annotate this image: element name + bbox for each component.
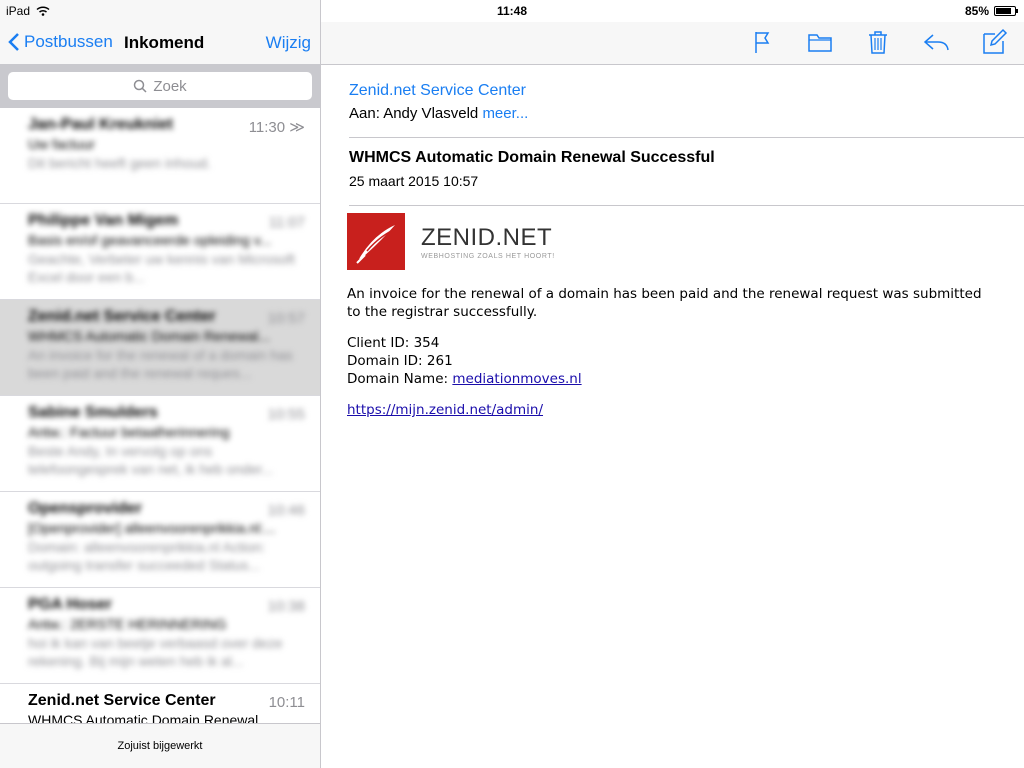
mailbox-title: Inkomend xyxy=(124,33,205,52)
message-actions xyxy=(748,28,1008,56)
compose-icon[interactable] xyxy=(980,28,1008,56)
mail-time: 11:07 xyxy=(268,214,305,231)
zenid-logo: ZENID.NET WEBHOSTING ZOALS HET HOORT! xyxy=(347,213,555,270)
mail-time: 10:55 xyxy=(267,406,305,423)
logo-tagline: WEBHOSTING ZOALS HET HOORT! xyxy=(421,252,555,260)
mail-subject: WHMCS Automatic Domain Renewal... xyxy=(28,328,270,344)
status-bar: iPad 11:48 85% xyxy=(0,0,1024,22)
client-id: Client ID: 354 xyxy=(347,335,440,351)
mail-sender: Sabine Smulders xyxy=(28,404,158,421)
mailbox-navbar: Postbussen Inkomend Wijzig xyxy=(0,22,320,64)
mail-subject: [Openprovider] alleenvoorenprikkia.nl:..… xyxy=(28,520,276,536)
mail-item[interactable]: Jan-Paul Kreukniet 11:30 ≫ Uw factuur Di… xyxy=(0,108,320,204)
message-from[interactable]: Zenid.net Service Center xyxy=(349,82,526,100)
status-time: 11:48 xyxy=(496,4,528,18)
mail-list[interactable]: Jan-Paul Kreukniet 11:30 ≫ Uw factuur Di… xyxy=(0,108,320,724)
logo-text: ZENID.NET WEBHOSTING ZOALS HET HOORT! xyxy=(421,224,555,260)
mail-preview: Dit bericht heeft geen inhoud. xyxy=(28,155,211,171)
domain-name-link[interactable]: mediationmoves.nl xyxy=(452,371,581,387)
mail-sender: PGA Hoser xyxy=(28,596,112,613)
to-prefix: Aan: xyxy=(349,105,380,122)
more-link[interactable]: meer... xyxy=(482,105,528,122)
message-view: Zenid.net Service Center Aan: Andy Vlasv… xyxy=(321,65,1024,768)
folder-icon[interactable] xyxy=(806,28,834,56)
message-toolbar xyxy=(321,22,1024,65)
mail-item[interactable]: Opensprovider 10:46 [Openprovider] allee… xyxy=(0,492,320,588)
body-details: Client ID: 354 Domain ID: 261 Domain Nam… xyxy=(347,334,987,388)
mailbox-pane: Postbussen Inkomend Wijzig Zoek Jan-Paul… xyxy=(0,0,321,768)
divider xyxy=(349,205,1024,206)
leaf-logo-icon xyxy=(347,213,405,270)
mail-preview: An invoice for the renewal of a domain h… xyxy=(28,347,293,381)
search-input[interactable]: Zoek xyxy=(8,72,312,100)
edit-button[interactable]: Wijzig xyxy=(266,33,311,53)
update-status: Zojuist bijgewerkt xyxy=(0,723,320,768)
admin-link[interactable]: https://mijn.zenid.net/admin/ xyxy=(347,402,543,418)
to-name[interactable]: Andy Vlasveld xyxy=(383,105,478,122)
mail-item[interactable]: Sabine Smulders 10:55 Antw.: Factuur bet… xyxy=(0,396,320,492)
domain-name-label: Domain Name: xyxy=(347,371,449,387)
body-intro: An invoice for the renewal of a domain h… xyxy=(347,286,982,320)
back-button[interactable]: Postbussen xyxy=(8,32,113,52)
mail-item[interactable]: Philippe Van Migem 11:07 Basis en/of gea… xyxy=(0,204,320,300)
battery-fill xyxy=(996,8,1011,14)
status-right: 85% xyxy=(964,4,1018,18)
reply-icon[interactable] xyxy=(922,28,950,56)
message-body: An invoice for the renewal of a domain h… xyxy=(347,285,987,432)
mail-time: 10:57 xyxy=(267,310,305,327)
divider xyxy=(349,137,1024,138)
mail-item[interactable]: Zenid.net Service Center 10:11 WHMCS Aut… xyxy=(0,684,320,724)
battery-percent: 85% xyxy=(964,4,989,18)
domain-id: Domain ID: 261 xyxy=(347,353,453,369)
mail-sender: Zenid.net Service Center xyxy=(28,308,216,325)
mail-item-selected[interactable]: Zenid.net Service Center 10:57 WHMCS Aut… xyxy=(0,300,320,396)
mail-time: 10:46 xyxy=(267,502,305,519)
chevron-left-icon xyxy=(8,33,19,51)
battery-icon xyxy=(994,6,1018,16)
mail-preview: Beste Andy, In vervolg op ons telefoonge… xyxy=(28,443,274,477)
message-to: Aan: Andy Vlasveld meer... xyxy=(349,105,528,122)
mail-time: 11:30 ≫ xyxy=(248,119,305,136)
body-link: https://mijn.zenid.net/admin/ xyxy=(347,401,987,419)
mail-time: 10:11 xyxy=(268,694,305,711)
back-label: Postbussen xyxy=(24,32,113,51)
search-icon xyxy=(134,79,147,93)
trash-icon[interactable] xyxy=(864,28,892,56)
mail-preview: hoi ik kan van beetje verbaasd over deze… xyxy=(28,635,283,669)
mail-subject: Basis en/of geavanceerde opleiding v... xyxy=(28,232,272,248)
thread-chevron-icon: ≫ xyxy=(289,119,305,136)
mail-subject: Antw.: 2ERSTE HERINNERING xyxy=(28,616,227,632)
flag-icon[interactable] xyxy=(748,28,776,56)
mail-subject: Antw.: Factuur betaalherinnering xyxy=(28,424,230,440)
mail-sender: Opensprovider xyxy=(28,500,142,517)
logo-name: ZENID.NET xyxy=(421,223,553,251)
search-placeholder: Zoek xyxy=(153,77,187,95)
mail-item[interactable]: PGA Hoser 10:38 Antw.: 2ERSTE HERINNERIN… xyxy=(0,588,320,684)
message-subject: WHMCS Automatic Domain Renewal Successfu… xyxy=(349,149,715,166)
mail-sender: Zenid.net Service Center xyxy=(28,692,216,709)
mail-sender: Jan-Paul Kreukniet xyxy=(28,116,173,133)
mail-sender: Philippe Van Migem xyxy=(28,212,179,229)
mail-time: 10:38 xyxy=(267,598,305,615)
mail-subject: Uw factuur xyxy=(28,136,95,152)
mail-preview: Geachte, Verbeter uw kennis van Microsof… xyxy=(28,251,295,285)
search-bar: Zoek xyxy=(0,64,320,108)
mail-preview: Domain: alleenvoorenprikkia.nl Action: o… xyxy=(28,539,266,573)
message-date: 25 maart 2015 10:57 xyxy=(349,173,479,189)
